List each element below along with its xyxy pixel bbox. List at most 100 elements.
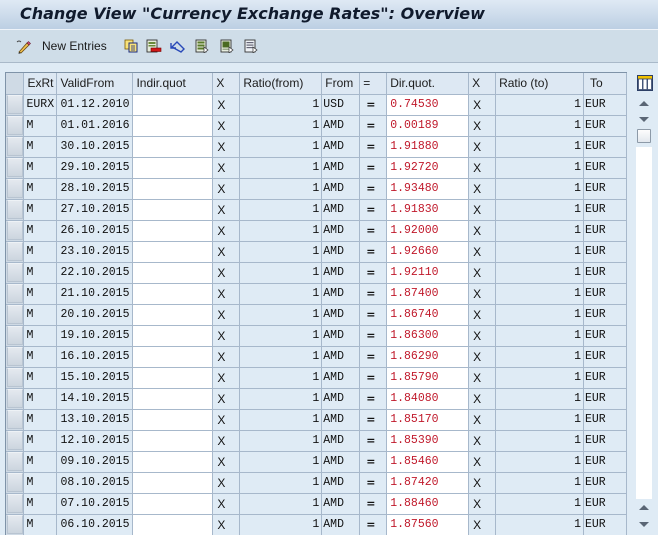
row-selector-button[interactable]	[7, 263, 23, 282]
col-header-dir-x[interactable]: X	[468, 73, 497, 95]
cell-dir-quot-input[interactable]: 1.91880	[386, 136, 470, 158]
col-header-from[interactable]: From	[321, 73, 361, 95]
new-entries-button[interactable]: New Entries	[16, 37, 107, 55]
cell-indir-quot-input[interactable]	[132, 94, 214, 116]
cell-dir-quot-input[interactable]: 1.92720	[386, 157, 470, 179]
row-selector[interactable]	[6, 451, 25, 473]
row-selector-button[interactable]	[7, 347, 23, 366]
row-selector[interactable]	[6, 262, 25, 284]
page-up-button[interactable]	[636, 499, 652, 515]
row-selector[interactable]	[6, 157, 25, 179]
row-selector[interactable]	[6, 430, 25, 452]
row-selector-button[interactable]	[7, 305, 23, 324]
col-header-indir-quot[interactable]: Indir.quot	[132, 73, 214, 95]
row-selector[interactable]	[6, 304, 25, 326]
row-selector[interactable]	[6, 241, 25, 263]
col-header-dir-quot[interactable]: Dir.quot.	[386, 73, 470, 95]
col-header-to[interactable]: To	[583, 73, 627, 95]
row-selector-button[interactable]	[7, 242, 23, 261]
row-selector-button[interactable]	[7, 200, 23, 219]
cell-indir-quot-input[interactable]	[132, 472, 214, 494]
cell-dir-quot-input[interactable]: 1.85390	[386, 430, 470, 452]
cell-dir-quot-input[interactable]: 1.88460	[386, 493, 470, 515]
row-selector[interactable]	[6, 388, 25, 410]
cell-dir-quot-input[interactable]: 1.84080	[386, 388, 470, 410]
cell-indir-quot-input[interactable]	[132, 451, 214, 473]
row-selector[interactable]	[6, 136, 25, 158]
cell-indir-quot-input[interactable]	[132, 157, 214, 179]
row-selector-button[interactable]	[7, 179, 23, 198]
deselect-all-button[interactable]	[244, 37, 258, 55]
cell-indir-quot-input[interactable]	[132, 199, 214, 221]
copy-button[interactable]	[124, 37, 138, 55]
row-selector-button[interactable]	[7, 326, 23, 345]
cell-dir-quot-input[interactable]: 1.85170	[386, 409, 470, 431]
cell-indir-quot-input[interactable]	[132, 325, 214, 347]
col-header-ratio-to[interactable]: Ratio (to)	[495, 73, 584, 95]
scroll-track[interactable]	[636, 147, 652, 499]
row-selector[interactable]	[6, 178, 25, 200]
row-selector[interactable]	[6, 325, 25, 347]
cell-indir-quot-input[interactable]	[132, 493, 214, 515]
row-selector[interactable]	[6, 199, 25, 221]
row-selector-button[interactable]	[7, 431, 23, 450]
col-header-indir-x[interactable]: X	[212, 73, 241, 95]
row-selector-button[interactable]	[7, 158, 23, 177]
vertical-scrollbar[interactable]	[632, 93, 656, 535]
scroll-thumb[interactable]	[637, 129, 651, 143]
scroll-up-button[interactable]	[636, 95, 652, 111]
cell-indir-quot-input[interactable]	[132, 220, 214, 242]
row-selector-button[interactable]	[7, 410, 23, 429]
cell-indir-quot-input[interactable]	[132, 430, 214, 452]
row-selector[interactable]	[6, 493, 25, 515]
select-block-button[interactable]	[220, 37, 234, 55]
cell-dir-quot-input[interactable]: 1.86290	[386, 346, 470, 368]
cell-dir-quot-input[interactable]: 1.86740	[386, 304, 470, 326]
cell-dir-quot-input[interactable]: 1.87560	[386, 514, 470, 535]
row-selector[interactable]	[6, 220, 25, 242]
row-selector[interactable]	[6, 472, 25, 494]
scroll-down-button[interactable]	[636, 111, 652, 127]
row-selector[interactable]	[6, 514, 25, 535]
cell-indir-quot-input[interactable]	[132, 115, 214, 137]
cell-dir-quot-input[interactable]: 0.00189	[386, 115, 470, 137]
row-selector[interactable]	[6, 367, 25, 389]
cell-dir-quot-input[interactable]: 1.91830	[386, 199, 470, 221]
row-selector[interactable]	[6, 94, 25, 116]
cell-indir-quot-input[interactable]	[132, 367, 214, 389]
cell-indir-quot-input[interactable]	[132, 409, 214, 431]
row-selector-button[interactable]	[7, 284, 23, 303]
row-selector-button[interactable]	[7, 515, 23, 534]
col-header-equals[interactable]: =	[359, 73, 388, 95]
row-selector-button[interactable]	[7, 116, 23, 135]
page-down-button[interactable]	[636, 516, 652, 532]
cell-indir-quot-input[interactable]	[132, 262, 214, 284]
cell-indir-quot-input[interactable]	[132, 241, 214, 263]
undo-change-button[interactable]	[170, 37, 185, 55]
row-selector-button[interactable]	[7, 452, 23, 471]
select-all-button[interactable]	[195, 37, 209, 55]
cell-dir-quot-input[interactable]: 1.85790	[386, 367, 470, 389]
select-all-rows-corner[interactable]	[6, 73, 25, 95]
cell-indir-quot-input[interactable]	[132, 514, 214, 535]
row-selector-button[interactable]	[7, 221, 23, 240]
row-selector-button[interactable]	[7, 137, 23, 156]
cell-dir-quot-input[interactable]: 1.92660	[386, 241, 470, 263]
cell-indir-quot-input[interactable]	[132, 388, 214, 410]
cell-indir-quot-input[interactable]	[132, 178, 214, 200]
table-settings-button[interactable]	[637, 75, 653, 91]
cell-dir-quot-input[interactable]: 1.92000	[386, 220, 470, 242]
row-selector[interactable]	[6, 409, 25, 431]
cell-indir-quot-input[interactable]	[132, 136, 214, 158]
row-selector-button[interactable]	[7, 95, 23, 114]
row-selector-button[interactable]	[7, 473, 23, 492]
row-selector-button[interactable]	[7, 389, 23, 408]
cell-indir-quot-input[interactable]	[132, 346, 214, 368]
cell-dir-quot-input[interactable]: 1.86300	[386, 325, 470, 347]
row-selector[interactable]	[6, 346, 25, 368]
cell-dir-quot-input[interactable]: 1.93480	[386, 178, 470, 200]
cell-dir-quot-input[interactable]: 1.92110	[386, 262, 470, 284]
cell-indir-quot-input[interactable]	[132, 283, 214, 305]
row-selector[interactable]	[6, 283, 25, 305]
cell-dir-quot-input[interactable]: 1.87400	[386, 283, 470, 305]
